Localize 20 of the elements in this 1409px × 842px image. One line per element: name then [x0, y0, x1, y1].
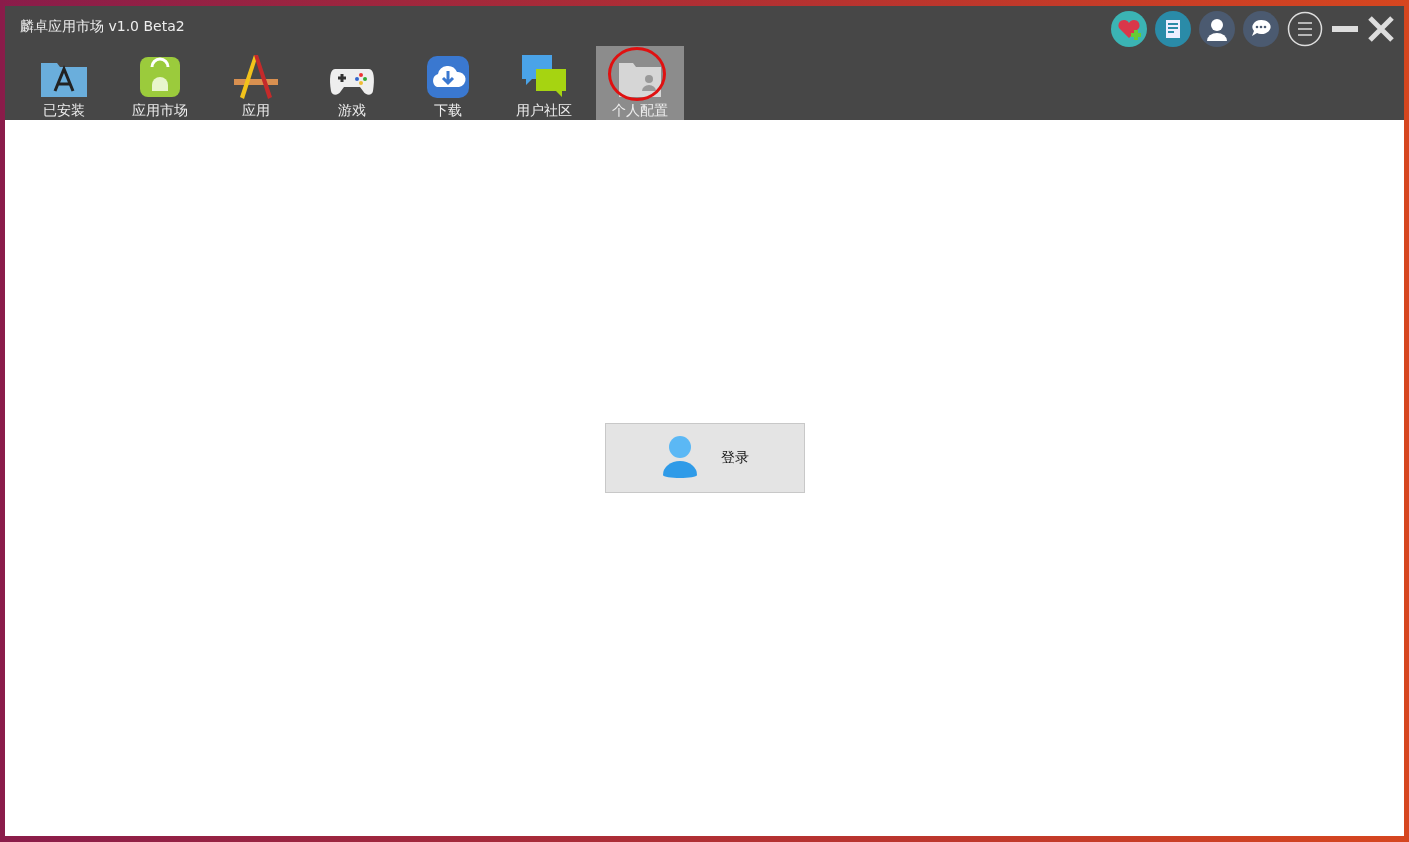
heart-plus-icon[interactable] — [1111, 11, 1147, 47]
toolbar-tab[interactable]: 应用 — [212, 46, 300, 120]
toolbar-tab[interactable]: 用户社区 — [500, 46, 588, 120]
toolbar-tab[interactable]: 下载 — [404, 46, 492, 120]
cloud-download-icon — [426, 55, 470, 99]
pencil-ruler-icon — [232, 53, 280, 99]
toolbar-tab[interactable]: 已安装 — [20, 46, 108, 120]
user-avatar-icon — [660, 435, 699, 481]
toolbar-tab[interactable]: 应用市场 — [116, 46, 204, 120]
menu-icon[interactable] — [1287, 11, 1323, 47]
chat-bubbles-icon — [520, 53, 568, 99]
toolbar-tab[interactable]: 游戏 — [308, 46, 396, 120]
window-title: 麟卓应用市场 v1.0 Beta2 — [20, 18, 185, 36]
chat-icon[interactable] — [1243, 11, 1279, 47]
login-button[interactable]: 登录 — [604, 423, 805, 493]
minimize-icon[interactable] — [1331, 25, 1359, 33]
folder-person-icon — [617, 61, 663, 99]
close-icon[interactable] — [1367, 15, 1395, 43]
document-icon[interactable] — [1155, 11, 1191, 47]
user-icon[interactable] — [1199, 11, 1235, 47]
